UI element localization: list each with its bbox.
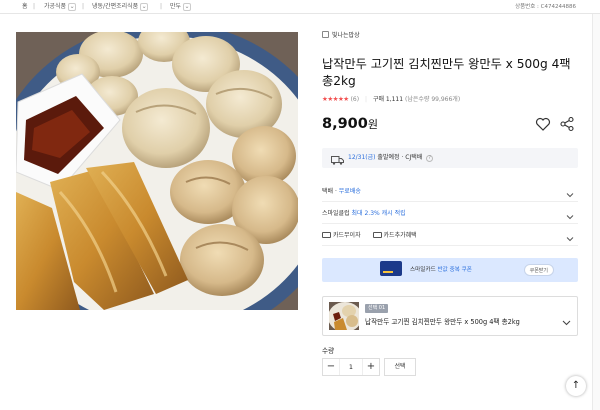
- heart-icon[interactable]: [535, 116, 551, 132]
- breadcrumb-separator: |: [82, 3, 85, 10]
- option-badge: 선택 01: [365, 304, 389, 313]
- price-amount: 8,900: [322, 116, 368, 132]
- chevron-down-icon[interactable]: ⌄: [140, 2, 149, 11]
- smile-club-label: 스마일클럽: [322, 210, 350, 217]
- increase-button[interactable]: +: [363, 359, 379, 375]
- rating-summary: ★★★★★ (6) | 구매 1,111 (남은수량 99,966개): [322, 94, 460, 104]
- price: 8,900원: [322, 114, 378, 135]
- divider: |: [364, 96, 368, 103]
- delivery-value: 무료배송: [338, 188, 361, 195]
- decrease-button[interactable]: −: [323, 359, 339, 375]
- purchase-count: 구매 1,111: [372, 96, 404, 103]
- credit-card-image: [380, 261, 402, 276]
- chevron-down-icon[interactable]: [566, 210, 574, 220]
- scrollbar[interactable]: [592, 14, 600, 410]
- option-select[interactable]: 선택 01 납작만두 고기찐 김치찐만두 왕만두 x 500g 4팩 총2kg: [322, 296, 578, 336]
- share-icon[interactable]: [559, 116, 575, 132]
- help-icon[interactable]: ?: [426, 155, 434, 162]
- delivery-fee-row[interactable]: 택배 · 무료배송: [322, 182, 578, 202]
- ship-status: 출발예정: [377, 154, 400, 161]
- star-rating-icon[interactable]: ★★★★★: [322, 95, 349, 103]
- chevron-down-icon[interactable]: ⌄: [68, 2, 77, 11]
- delivery-label: 택배 ·: [322, 188, 337, 195]
- select-button[interactable]: 선택: [384, 358, 416, 376]
- get-coupon-button[interactable]: 쿠폰받기: [523, 264, 554, 276]
- review-count[interactable]: (6): [351, 96, 360, 103]
- product-image[interactable]: [16, 32, 298, 310]
- chevron-down-icon[interactable]: [566, 188, 574, 198]
- price-unit: 원: [367, 118, 378, 131]
- breadcrumb-item-dumplings[interactable]: 만두 ⌄: [170, 2, 192, 12]
- seller-link[interactable]: 빛나는밥상: [322, 31, 360, 41]
- quantity-value[interactable]: 1: [339, 359, 363, 375]
- shipping-info: 12/31(금) 출발예정 · CJ택배 ?: [322, 148, 578, 168]
- credit-card-icon: [372, 232, 382, 238]
- ship-carrier: · CJ택배: [401, 154, 423, 161]
- breadcrumb-separator: |: [33, 3, 36, 10]
- breadcrumb-item-frozen-food[interactable]: 냉동/간편조리식품 ⌄: [92, 2, 149, 12]
- option-label: 납작만두 고기찐 김치찐만두 왕만두 x 500g 4팩 총2kg: [365, 318, 520, 326]
- truck-icon: [331, 154, 344, 174]
- scroll-to-top-button[interactable]: ↑: [566, 376, 586, 396]
- credit-card-icon: [322, 232, 331, 238]
- option-thumbnail: [329, 302, 359, 330]
- product-title: 납작만두 고기찐 김치찐만두 왕만두 x 500g 4팩 총2kg: [322, 57, 571, 88]
- stock-remaining: (남은수량 99,966개): [404, 96, 461, 103]
- product-number: 상품번호 : C474244886: [515, 4, 576, 10]
- breadcrumb-separator: |: [160, 3, 163, 10]
- ship-date: 12/31(금): [348, 154, 376, 161]
- quantity-label: 수량: [322, 347, 335, 355]
- breadcrumb-home[interactable]: 홈: [22, 2, 28, 12]
- coupon-banner[interactable]: 스마일카드 반값 중복 쿠폰 쿠폰받기: [322, 258, 578, 282]
- breadcrumb-item-processed-food[interactable]: 가공식품 ⌄: [44, 2, 77, 12]
- quantity-stepper: − 1 +: [322, 358, 380, 376]
- card-benefit-row[interactable]: 카드무이자 카드추가혜택: [322, 226, 578, 246]
- chevron-down-icon[interactable]: ⌄: [183, 2, 192, 11]
- chevron-down-icon[interactable]: [562, 312, 571, 326]
- card-installment[interactable]: 카드무이자: [322, 226, 361, 246]
- banner-text: 스마일카드 반값 중복 쿠폰: [410, 267, 472, 273]
- card-extra-benefit[interactable]: 카드추가혜택: [372, 226, 417, 246]
- breadcrumb: 홈 | 가공식품 ⌄ | 냉동/간편조리식품 ⌄ | 만두 ⌄ 상품번호 : C474…: [0, 0, 600, 14]
- smile-club-row[interactable]: 스마일클럽 최대 2.3% 캐시 적립: [322, 204, 578, 224]
- chevron-down-icon[interactable]: [566, 232, 574, 242]
- seller-name[interactable]: 빛나는밥상: [332, 32, 360, 39]
- store-icon: [322, 31, 329, 38]
- smile-club-value: 최대 2.3% 캐시 적립: [351, 210, 406, 217]
